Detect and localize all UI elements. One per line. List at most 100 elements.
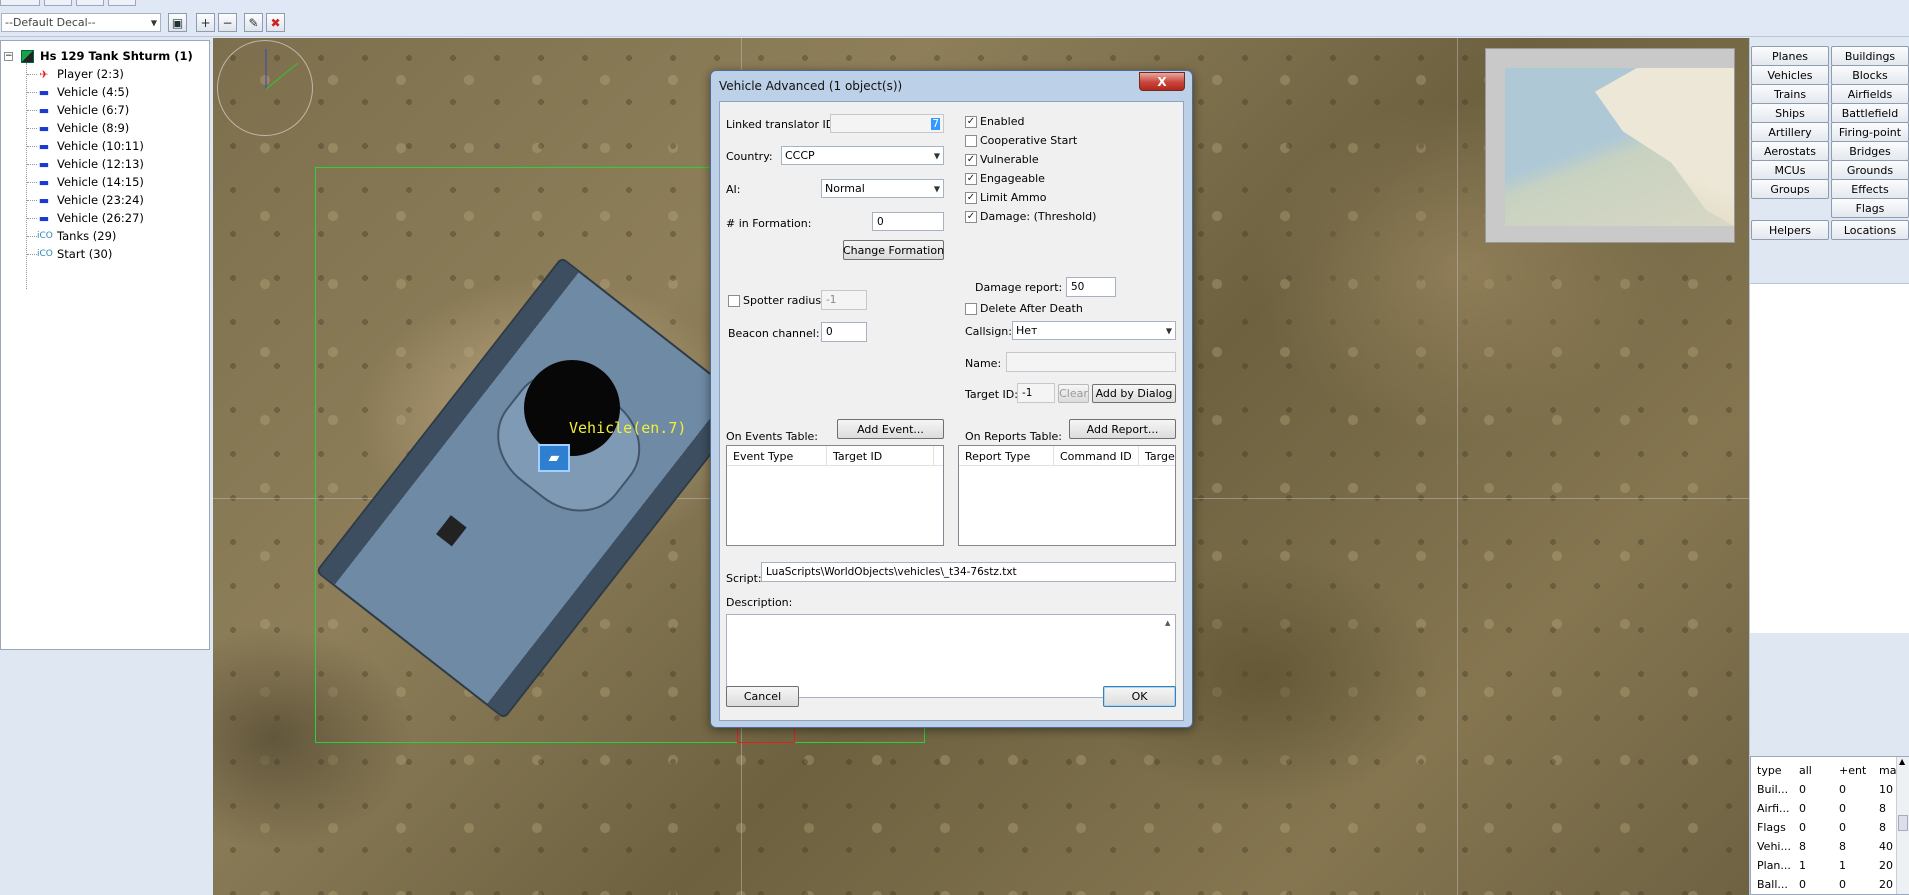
tree-item[interactable]: ▬ Vehicle (8:9) [37,119,129,137]
formation-field[interactable]: 0 [872,212,944,231]
country-select[interactable]: CCCP ▼ [781,146,944,165]
tree-item[interactable]: iCO Start (30) [37,245,112,263]
add-by-dialog-button[interactable]: Add by Dialog [1092,384,1176,403]
events-table[interactable]: Event Type Target ID [726,445,944,546]
category-button-planes[interactable]: Planes [1751,46,1829,66]
checkbox-enabled[interactable]: ✓ Enabled [965,115,1024,128]
reports-col-report-type[interactable]: Report Type [959,446,1054,466]
beacon-channel-field[interactable]: 0 [821,322,867,342]
stats-row[interactable]: Vehi... 8 8 40 [1757,837,1897,856]
tree-root[interactable]: Hs 129 Tank Shturm (1) [21,47,193,65]
checkbox-vulnerable[interactable]: ✓ Vulnerable [965,153,1039,166]
script-field[interactable]: LuaScripts\WorldObjects\vehicles\_t34-76… [761,562,1176,582]
selection-disc [524,360,620,456]
category-button-airfields[interactable]: Airfields [1831,84,1909,104]
reports-table[interactable]: Report Type Command ID Targe [958,445,1176,546]
category-button-blocks[interactable]: Blocks [1831,65,1909,85]
toolbar-tab[interactable] [44,0,72,6]
name-field[interactable] [1006,352,1176,372]
toolbar-tab[interactable] [0,0,40,6]
delete-tool-button[interactable]: ✖ [266,13,285,32]
category-button-helpers[interactable]: Helpers [1751,220,1829,240]
stats-header-type[interactable]: type [1757,761,1799,780]
dialog-close-button[interactable]: X [1139,72,1185,91]
category-button-bridges[interactable]: Bridges [1831,141,1909,161]
stats-scrollbar[interactable]: ▲ [1896,757,1909,894]
clear-button[interactable]: Clear [1058,384,1089,403]
minimap[interactable] [1485,48,1735,243]
tree-item[interactable]: ▬ Vehicle (4:5) [37,83,129,101]
tree-item[interactable]: ▬ Vehicle (10:11) [37,137,144,155]
toolbar-tab[interactable] [108,0,136,6]
stats-row[interactable]: Plan... 1 1 20 [1757,856,1897,875]
spotter-radius-field[interactable]: -1 [821,290,867,310]
stats-row[interactable]: Airfi... 0 0 8 [1757,799,1897,818]
category-button-trains[interactable]: Trains [1751,84,1829,104]
spotter-radius-checkbox[interactable]: Spotter radius: [728,294,825,307]
category-button-ships[interactable]: Ships [1751,103,1829,123]
checkbox-limit-ammo[interactable]: ✓ Limit Ammo [965,191,1046,204]
stats-header-all[interactable]: all [1799,761,1839,780]
change-formation-button[interactable]: Change Formation [843,240,944,260]
events-col-event-type[interactable]: Event Type [727,446,827,466]
tree-item[interactable]: ▬ Vehicle (6:7) [37,101,129,119]
add-report-button[interactable]: Add Report... [1069,419,1176,439]
events-col-target-id[interactable]: Target ID [827,446,934,466]
stats-row[interactable]: Buil... 0 0 10 [1757,780,1897,799]
category-button-artillery[interactable]: Artillery [1751,122,1829,142]
category-button-battlefield[interactable]: Battlefield [1831,103,1909,123]
tree-item[interactable]: ▬ Vehicle (23:24) [37,191,144,209]
damage-report-field[interactable]: 50 [1066,277,1116,297]
category-button-locations[interactable]: Locations [1831,220,1909,240]
cancel-button[interactable]: Cancel [726,686,799,707]
tree-item[interactable]: ✈ Player (2:3) [37,65,124,83]
stats-row[interactable]: Ball... 0 0 20 [1757,875,1897,894]
stats-header-ent[interactable]: +ent [1839,761,1879,780]
reports-col-target[interactable]: Targe [1139,446,1177,466]
category-button-groups[interactable]: Groups [1751,179,1829,199]
scroll-thumb[interactable] [1898,815,1908,831]
category-button-flags[interactable]: Flags [1831,198,1909,218]
stats-row[interactable]: Flags 0 0 8 [1757,818,1897,837]
category-button-effects[interactable]: Effects [1831,179,1909,199]
callsign-select[interactable]: Нет ▼ [1012,321,1176,340]
category-button-aerostats[interactable]: Aerostats [1751,141,1829,161]
map-view-button[interactable]: ▣ [168,13,187,32]
formation-label: # in Formation: [726,217,812,230]
checkbox-cooperative-start[interactable]: Cooperative Start [965,134,1077,147]
tree-guide [27,164,37,165]
ok-button[interactable]: OK [1103,686,1176,707]
add-event-button[interactable]: Add Event... [837,419,944,439]
ai-select[interactable]: Normal ▼ [821,179,944,198]
tree-expander[interactable]: − [4,52,13,61]
description-scrollbar[interactable]: ▲ ▼ [1161,615,1175,697]
reports-col-command-id[interactable]: Command ID [1054,446,1139,466]
category-button-firing-point[interactable]: Firing-point [1831,122,1909,142]
linked-translator-field[interactable]: 7 [830,114,944,133]
zoom-in-button[interactable]: + [196,13,215,32]
object-list[interactable] [1750,283,1909,633]
tree-item[interactable]: iCO Tanks (29) [37,227,116,245]
stats-header-max[interactable]: ma [1879,761,1897,780]
checkbox-engageable[interactable]: ✓ Engageable [965,172,1045,185]
toolbar-tab[interactable] [76,0,104,6]
zoom-out-button[interactable]: − [218,13,237,32]
category-button-vehicles[interactable]: Vehicles [1751,65,1829,85]
category-button-mcus[interactable]: MCUs [1751,160,1829,180]
tree-item[interactable]: ▬ Vehicle (26:27) [37,209,144,227]
tank-hatch [436,515,467,547]
toolbar-tabs [0,0,140,8]
vehicle-camera-icon[interactable]: ▰ [538,444,570,472]
decal-combo[interactable]: --Default Decal-- ▼ [1,13,161,32]
tree-item[interactable]: ▬ Vehicle (14:15) [37,173,144,191]
category-button-buildings[interactable]: Buildings [1831,46,1909,66]
scroll-up-icon[interactable]: ▲ [1899,757,1905,766]
scroll-up-icon[interactable]: ▲ [1165,619,1170,627]
edit-tool-button[interactable]: ✎ [244,13,263,32]
category-button-grounds[interactable]: Grounds [1831,160,1909,180]
checkbox-damage-threshold[interactable]: ✓ Damage: (Threshold) [965,210,1096,223]
tree-item[interactable]: ▬ Vehicle (12:13) [37,155,144,173]
stats-cell: 20 [1879,878,1893,891]
delete-after-death-checkbox[interactable]: Delete After Death [965,302,1083,315]
target-id-field[interactable]: -1 [1017,383,1055,403]
